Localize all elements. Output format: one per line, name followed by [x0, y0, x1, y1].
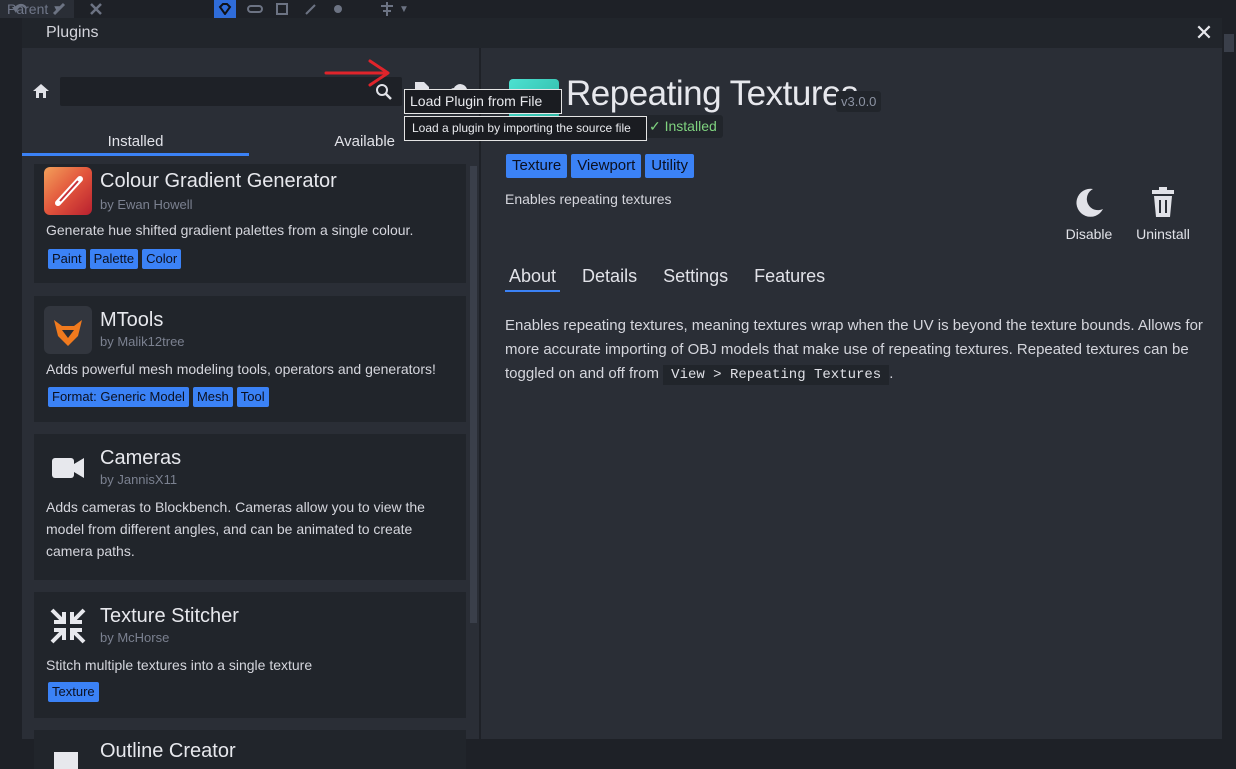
plugin-detail-panel: Repeating Textures v3.0.0 ✓ Installed Te… — [481, 48, 1222, 739]
plugin-tags: Paint Palette Color — [48, 249, 182, 269]
tag[interactable]: Palette — [89, 249, 139, 269]
uninstall-label: Uninstall — [1136, 226, 1190, 242]
plugin-name: Texture Stitcher — [100, 605, 239, 627]
dialog-title: Plugins — [46, 24, 99, 41]
plugin-tags: Texture — [48, 682, 99, 702]
compress-arrows-icon — [44, 602, 92, 650]
tag-utility[interactable]: Utility — [645, 154, 694, 178]
square-icon[interactable] — [272, 0, 292, 18]
plugin-list: Colour Gradient Generator by Ewan Howell… — [22, 164, 479, 769]
plugin-card-cameras[interactable]: Cameras by JannisX11 Adds cameras to Blo… — [34, 434, 466, 580]
plugin-author: by McHorse — [100, 630, 170, 645]
installed-badge: ✓ Installed — [643, 115, 723, 138]
tab-settings[interactable]: Settings — [659, 262, 732, 292]
close-icon[interactable]: ✕ — [1192, 21, 1216, 45]
plugin-name: Outline Creator — [100, 740, 236, 762]
plugin-author: by JannisX11 — [100, 472, 178, 487]
scissors-icon[interactable] — [85, 0, 107, 18]
plugin-title: Repeating Textures — [566, 74, 858, 113]
tab-details[interactable]: Details — [578, 262, 641, 292]
undo-icon[interactable] — [8, 0, 32, 18]
list-scrollbar[interactable] — [470, 166, 477, 623]
home-icon[interactable] — [32, 82, 50, 100]
brush-icon[interactable] — [48, 0, 70, 18]
pencil-icon[interactable] — [300, 0, 320, 18]
tab-features[interactable]: Features — [750, 262, 829, 292]
tab-installed[interactable]: Installed — [22, 118, 249, 158]
plugin-name: Colour Gradient Generator — [100, 170, 337, 192]
colour-gradient-icon — [44, 167, 92, 215]
plugin-card-colour-gradient-generator[interactable]: Colour Gradient Generator by Ewan Howell… — [34, 164, 466, 283]
plugin-version: v3.0.0 — [836, 91, 882, 112]
tag[interactable]: Color — [142, 249, 182, 269]
tab-active-indicator — [22, 153, 249, 156]
uninstall-button[interactable]: Uninstall — [1129, 186, 1197, 242]
about-end: . — [889, 365, 894, 382]
outline-icon — [44, 746, 92, 769]
dot-icon[interactable] — [328, 0, 348, 18]
tag[interactable]: Paint — [48, 249, 86, 269]
plugin-name: Cameras — [100, 447, 182, 469]
plugin-author: by Ewan Howell — [100, 197, 193, 212]
detail-tabs: About Details Settings Features — [505, 262, 829, 292]
main-toolbar: Parent▼ ▼ — [0, 0, 1236, 18]
tag-texture[interactable]: Texture — [506, 154, 568, 178]
plugin-tags: Format: Generic Model Mesh Tool — [48, 387, 269, 407]
link-icon[interactable] — [244, 0, 266, 18]
plugin-card-texture-stitcher[interactable]: Texture Stitcher by McHorse Stitch multi… — [34, 592, 466, 718]
plugin-author: by Malik12tree — [100, 334, 185, 349]
plugin-description: Adds cameras to Blockbench. Cameras allo… — [46, 499, 425, 559]
plugin-tags: Texture Viewport Utility — [506, 154, 694, 178]
plugin-card-mtools[interactable]: MTools by Malik12tree Adds powerful mesh… — [34, 296, 466, 422]
background-panel — [1222, 18, 1236, 739]
plugin-list-panel: Installed Available Colour Gradient Gene… — [22, 48, 479, 769]
dialog-header: Plugins ✕ — [22, 18, 1222, 48]
tag[interactable]: Format: Generic Model — [48, 387, 189, 407]
tag[interactable]: Texture — [48, 682, 99, 702]
tooltip-title: Load Plugin from File — [404, 89, 562, 114]
mtools-icon — [44, 306, 92, 354]
tooltip-description: Load a plugin by importing the source fi… — [404, 116, 647, 141]
plugin-description: Adds powerful mesh modeling tools, opera… — [46, 361, 436, 377]
plugin-name: MTools — [100, 309, 164, 331]
disable-label: Disable — [1065, 226, 1113, 242]
camera-icon — [44, 444, 92, 492]
tab-about[interactable]: About — [505, 262, 561, 292]
tag-viewport[interactable]: Viewport — [571, 154, 642, 178]
plugin-short-description: Enables repeating textures — [505, 191, 672, 207]
gem-icon[interactable] — [214, 0, 236, 18]
tag[interactable]: Mesh — [192, 387, 233, 407]
align-dropdown[interactable]: ▼ — [372, 0, 416, 18]
plugin-card-outline-creator[interactable]: Outline Creator — [34, 730, 466, 769]
menu-path-code: View > Repeating Textures — [663, 365, 890, 385]
red-arrow-annotation — [324, 59, 390, 87]
disable-button[interactable]: Disable — [1061, 186, 1117, 242]
plugin-description: Generate hue shifted gradient palettes f… — [46, 222, 414, 238]
tag[interactable]: Tool — [236, 387, 269, 407]
scrollbar[interactable] — [1224, 34, 1234, 52]
about-text: Enables repeating textures, meaning text… — [505, 314, 1205, 387]
trash-icon — [1152, 187, 1174, 217]
plugin-description: Stitch multiple textures into a single t… — [46, 657, 313, 673]
moon-icon — [1076, 188, 1103, 217]
